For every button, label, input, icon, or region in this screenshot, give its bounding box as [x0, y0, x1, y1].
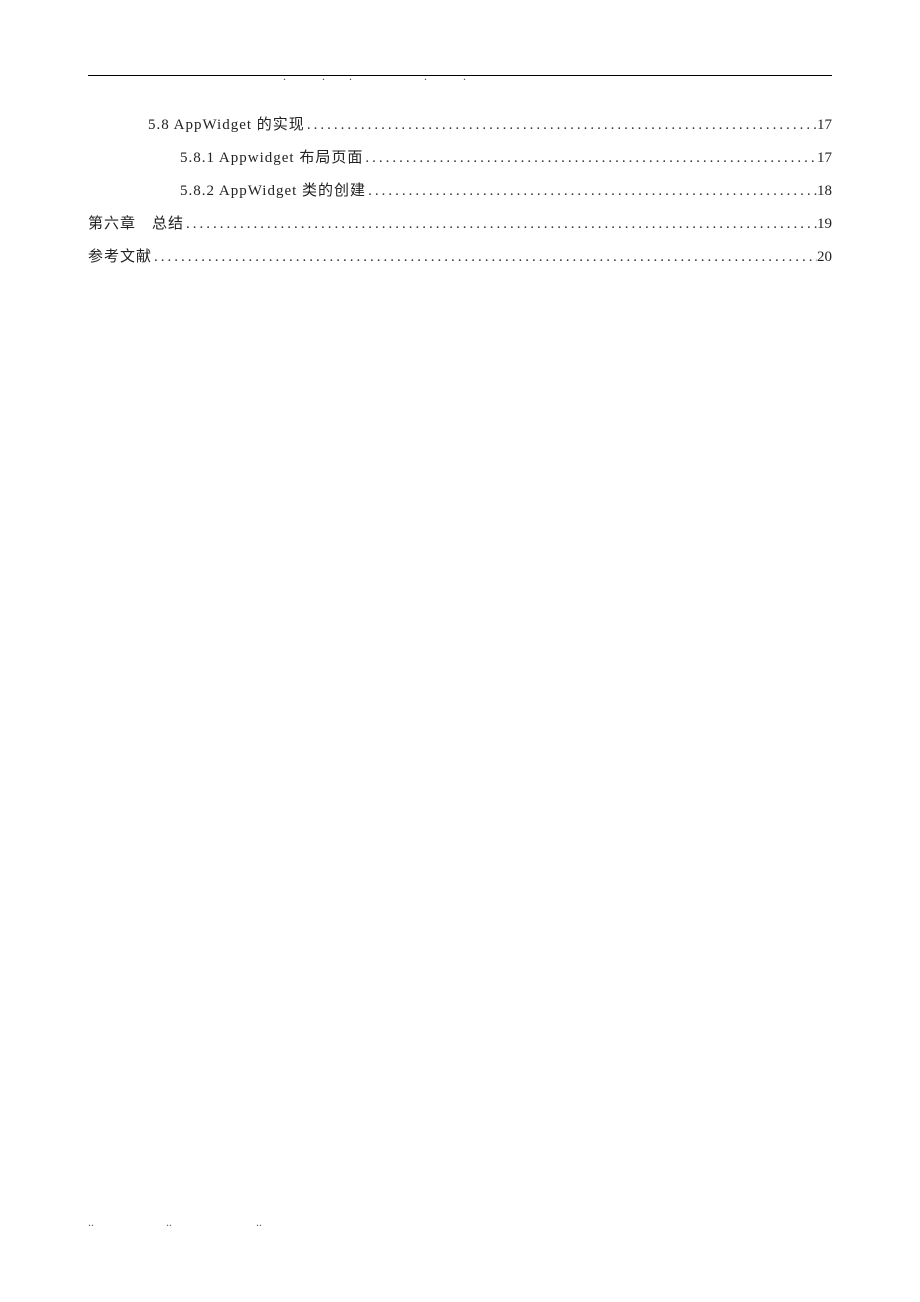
toc-leader-dots [366, 178, 817, 205]
document-page: . . . . . 5.8 AppWidget 的实现 17 5.8.1 App… [0, 0, 920, 271]
toc-label: 第六章 总结 [88, 211, 184, 238]
toc-leader-dots [305, 112, 817, 139]
toc-page-number: 20 [817, 244, 832, 271]
toc-entry: 5.8.1 Appwidget 布局页面 17 [88, 145, 832, 172]
toc-page-number: 17 [817, 112, 832, 139]
toc-page-number: 17 [817, 145, 832, 172]
toc-label: 参考文献 [88, 244, 152, 271]
toc-entry: 5.8 AppWidget 的实现 17 [88, 112, 832, 139]
toc-leader-dots [184, 211, 817, 238]
toc-page-number: 18 [817, 178, 832, 205]
toc-entry: 5.8.2 AppWidget 类的创建 18 [88, 178, 832, 205]
toc-entry: 参考文献 20 [88, 244, 832, 271]
toc-label: 5.8.1 Appwidget 布局页面 [180, 145, 363, 172]
header-marks: . . . . . [88, 67, 832, 84]
header-horizontal-rule: . . . . . [88, 75, 832, 76]
toc-leader-dots [152, 244, 817, 271]
footer-marks: .. .. .. [88, 1213, 262, 1230]
toc-entry: 第六章 总结 19 [88, 211, 832, 238]
table-of-contents: 5.8 AppWidget 的实现 17 5.8.1 Appwidget 布局页… [88, 112, 832, 271]
toc-page-number: 19 [817, 211, 832, 238]
toc-leader-dots [363, 145, 817, 172]
toc-label: 5.8 AppWidget 的实现 [148, 112, 305, 139]
toc-label: 5.8.2 AppWidget 类的创建 [180, 178, 366, 205]
